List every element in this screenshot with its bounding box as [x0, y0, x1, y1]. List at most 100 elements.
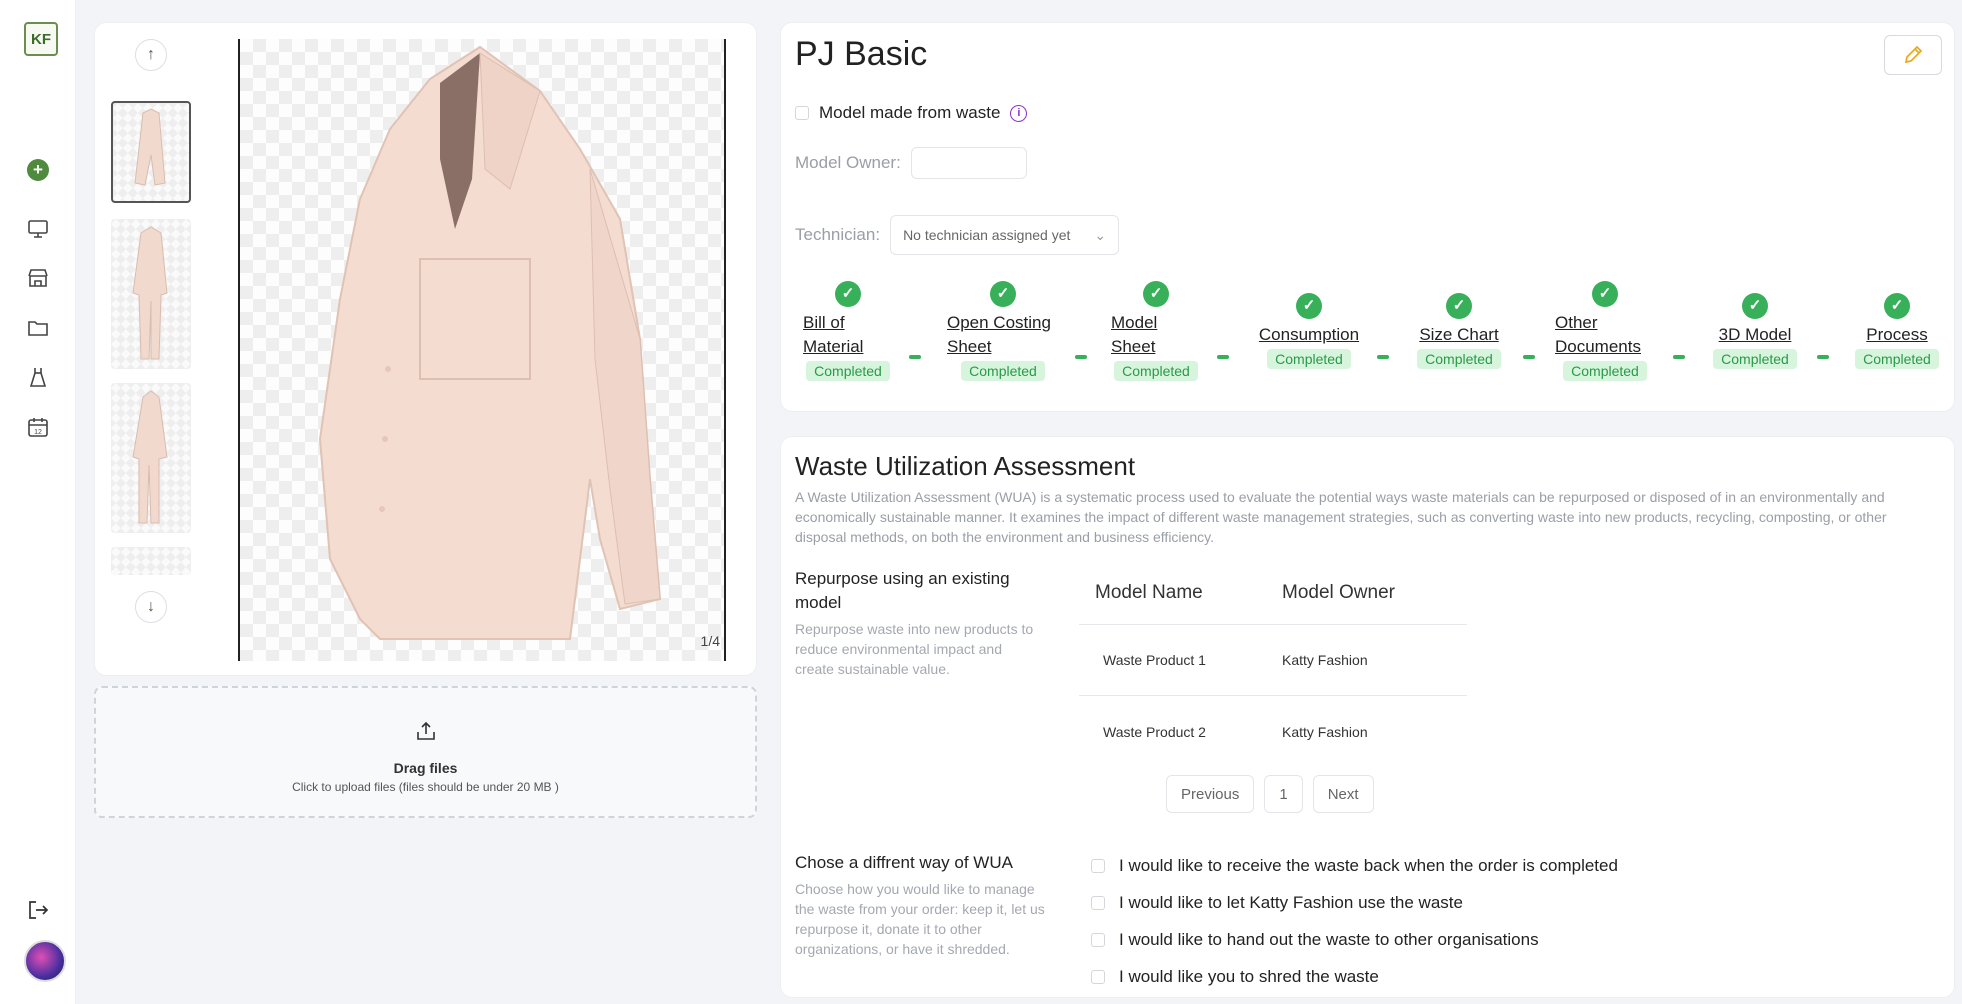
column-header-model-name: Model Name — [1095, 581, 1203, 603]
model-info-card: PJ Basic Model made from waste i Model O… — [780, 22, 1955, 412]
table-header: Model Name Model Owner — [1079, 561, 1467, 625]
step-process[interactable]: ✓ Process Completed — [1849, 281, 1945, 369]
technician-label: Technician: — [795, 225, 881, 244]
check-icon: ✓ — [1446, 293, 1472, 319]
cell-model-owner: Katty Fashion — [1282, 723, 1368, 740]
folder-icon[interactable] — [24, 314, 52, 342]
step-open-costing-sheet[interactable]: ✓ Open Costing Sheet Completed — [947, 281, 1059, 381]
image-counter: 1/4 — [700, 633, 720, 649]
previous-page-button[interactable]: Previous — [1166, 775, 1255, 813]
option-label: I would like to receive the waste back w… — [1119, 855, 1618, 875]
option-receive-waste[interactable]: I would like to receive the waste back w… — [1091, 847, 1618, 884]
option-checkbox[interactable] — [1091, 932, 1105, 947]
cell-model-name: Waste Product 2 — [1103, 723, 1206, 740]
upload-subtitle: Click to upload files (files should be u… — [292, 780, 559, 794]
step-connector — [1377, 355, 1389, 359]
chevron-down-icon: ⌄ — [1094, 226, 1107, 243]
option-label: I would like to hand out the waste to ot… — [1119, 929, 1539, 949]
option-label: I would like you to shred the waste — [1119, 966, 1379, 986]
alt-wua-description: Choose how you would like to manage the … — [795, 881, 1045, 957]
step-label[interactable]: Bill of Material — [803, 311, 893, 359]
upload-title: Drag files — [393, 760, 458, 776]
file-dropzone[interactable]: Drag files Click to upload files (files … — [94, 686, 757, 818]
user-avatar[interactable] — [24, 940, 66, 982]
status-badge: Completed — [961, 361, 1045, 381]
add-icon[interactable]: + — [27, 159, 49, 181]
check-icon: ✓ — [1296, 293, 1322, 319]
table-row[interactable]: Waste Product 1 Katty Fashion — [1079, 625, 1467, 696]
thumbnail-3[interactable] — [111, 383, 191, 533]
step-connector — [1217, 355, 1229, 359]
pencil-icon — [1904, 45, 1923, 64]
next-page-button[interactable]: Next — [1312, 775, 1374, 813]
owner-label: Model Owner: — [795, 153, 901, 172]
cell-model-owner: Katty Fashion — [1282, 652, 1368, 668]
step-label[interactable]: Model Sheet — [1111, 311, 1201, 359]
status-badge: Completed — [1855, 349, 1939, 369]
thumbnail-1[interactable] — [111, 101, 191, 203]
alt-wua-title: Chose a diffrent way of WUA — [795, 853, 1013, 872]
page-number[interactable]: 1 — [1264, 775, 1303, 813]
thumbnail-4[interactable] — [111, 547, 191, 575]
thumbnail-2[interactable] — [111, 219, 191, 369]
logout-icon[interactable] — [24, 896, 52, 924]
step-consumption[interactable]: ✓ Consumption Completed — [1251, 281, 1367, 369]
check-icon: ✓ — [990, 281, 1016, 307]
option-checkbox[interactable] — [1091, 969, 1105, 984]
progress-steps: ✓ Bill of Material Completed ✓ Open Cost… — [795, 281, 1955, 411]
option-let-katty-use[interactable]: I would like to let Katty Fashion use th… — [1091, 884, 1618, 921]
option-hand-out-waste[interactable]: I would like to hand out the waste to ot… — [1091, 921, 1618, 958]
main-product-image: 1/4 — [238, 39, 726, 661]
option-shred-waste[interactable]: I would like you to shred the waste — [1091, 958, 1618, 995]
model-table: Model Name Model Owner Waste Product 1 K… — [1079, 561, 1467, 767]
dress-icon[interactable] — [24, 363, 52, 391]
waste-label: Model made from waste — [819, 103, 1001, 122]
step-bill-of-material[interactable]: ✓ Bill of Material Completed — [803, 281, 893, 381]
step-label[interactable]: 3D Model — [1707, 323, 1803, 347]
step-model-sheet[interactable]: ✓ Model Sheet Completed — [1111, 281, 1201, 381]
option-checkbox[interactable] — [1091, 895, 1105, 910]
step-connector — [1673, 355, 1685, 359]
check-icon: ✓ — [1742, 293, 1768, 319]
page-title: PJ Basic — [795, 35, 928, 73]
table-row[interactable]: Waste Product 2 Katty Fashion — [1079, 696, 1467, 767]
option-checkbox[interactable] — [1091, 858, 1105, 873]
wua-description: A Waste Utilization Assessment (WUA) is … — [795, 489, 1887, 545]
svg-text:12: 12 — [34, 429, 42, 436]
owner-input[interactable] — [910, 147, 1027, 179]
status-badge: Completed — [1563, 361, 1647, 381]
repurpose-title: Repurpose using an existing model — [795, 569, 1010, 612]
step-other-documents[interactable]: ✓ Other Documents Completed — [1555, 281, 1655, 381]
check-icon: ✓ — [1592, 281, 1618, 307]
step-label[interactable]: Other Documents — [1555, 311, 1655, 359]
step-label[interactable]: Consumption — [1251, 323, 1367, 347]
wua-card: Waste Utilization Assessment A Waste Uti… — [780, 436, 1955, 998]
app-logo[interactable]: KF — [24, 22, 58, 56]
step-connector — [1817, 355, 1829, 359]
status-badge: Completed — [1114, 361, 1198, 381]
status-badge: Completed — [806, 361, 890, 381]
store-icon[interactable] — [24, 264, 52, 292]
wua-title: Waste Utilization Assessment — [795, 451, 1136, 481]
check-icon: ✓ — [1884, 293, 1910, 319]
calendar-icon[interactable]: 12 — [24, 413, 52, 441]
step-connector — [1075, 355, 1087, 359]
step-connector — [909, 355, 921, 359]
technician-value: No technician assigned yet — [903, 227, 1071, 243]
check-icon: ✓ — [1143, 281, 1169, 307]
column-header-model-owner: Model Owner — [1282, 581, 1395, 603]
scroll-down-button[interactable]: ↓ — [135, 591, 167, 623]
step-size-chart[interactable]: ✓ Size Chart Completed — [1409, 281, 1509, 369]
edit-button[interactable] — [1884, 35, 1942, 75]
step-3d-model[interactable]: ✓ 3D Model Completed — [1707, 281, 1803, 369]
status-badge: Completed — [1417, 349, 1501, 369]
waste-checkbox[interactable] — [795, 106, 809, 120]
monitor-icon[interactable] — [24, 215, 52, 243]
step-label[interactable]: Open Costing Sheet — [947, 311, 1059, 359]
step-label[interactable]: Process — [1849, 323, 1945, 347]
status-badge: Completed — [1713, 349, 1797, 369]
scroll-up-button[interactable]: ↑ — [135, 39, 167, 71]
info-icon[interactable]: i — [1010, 104, 1028, 122]
step-label[interactable]: Size Chart — [1409, 323, 1509, 347]
technician-select[interactable]: No technician assigned yet ⌄ — [890, 215, 1120, 255]
